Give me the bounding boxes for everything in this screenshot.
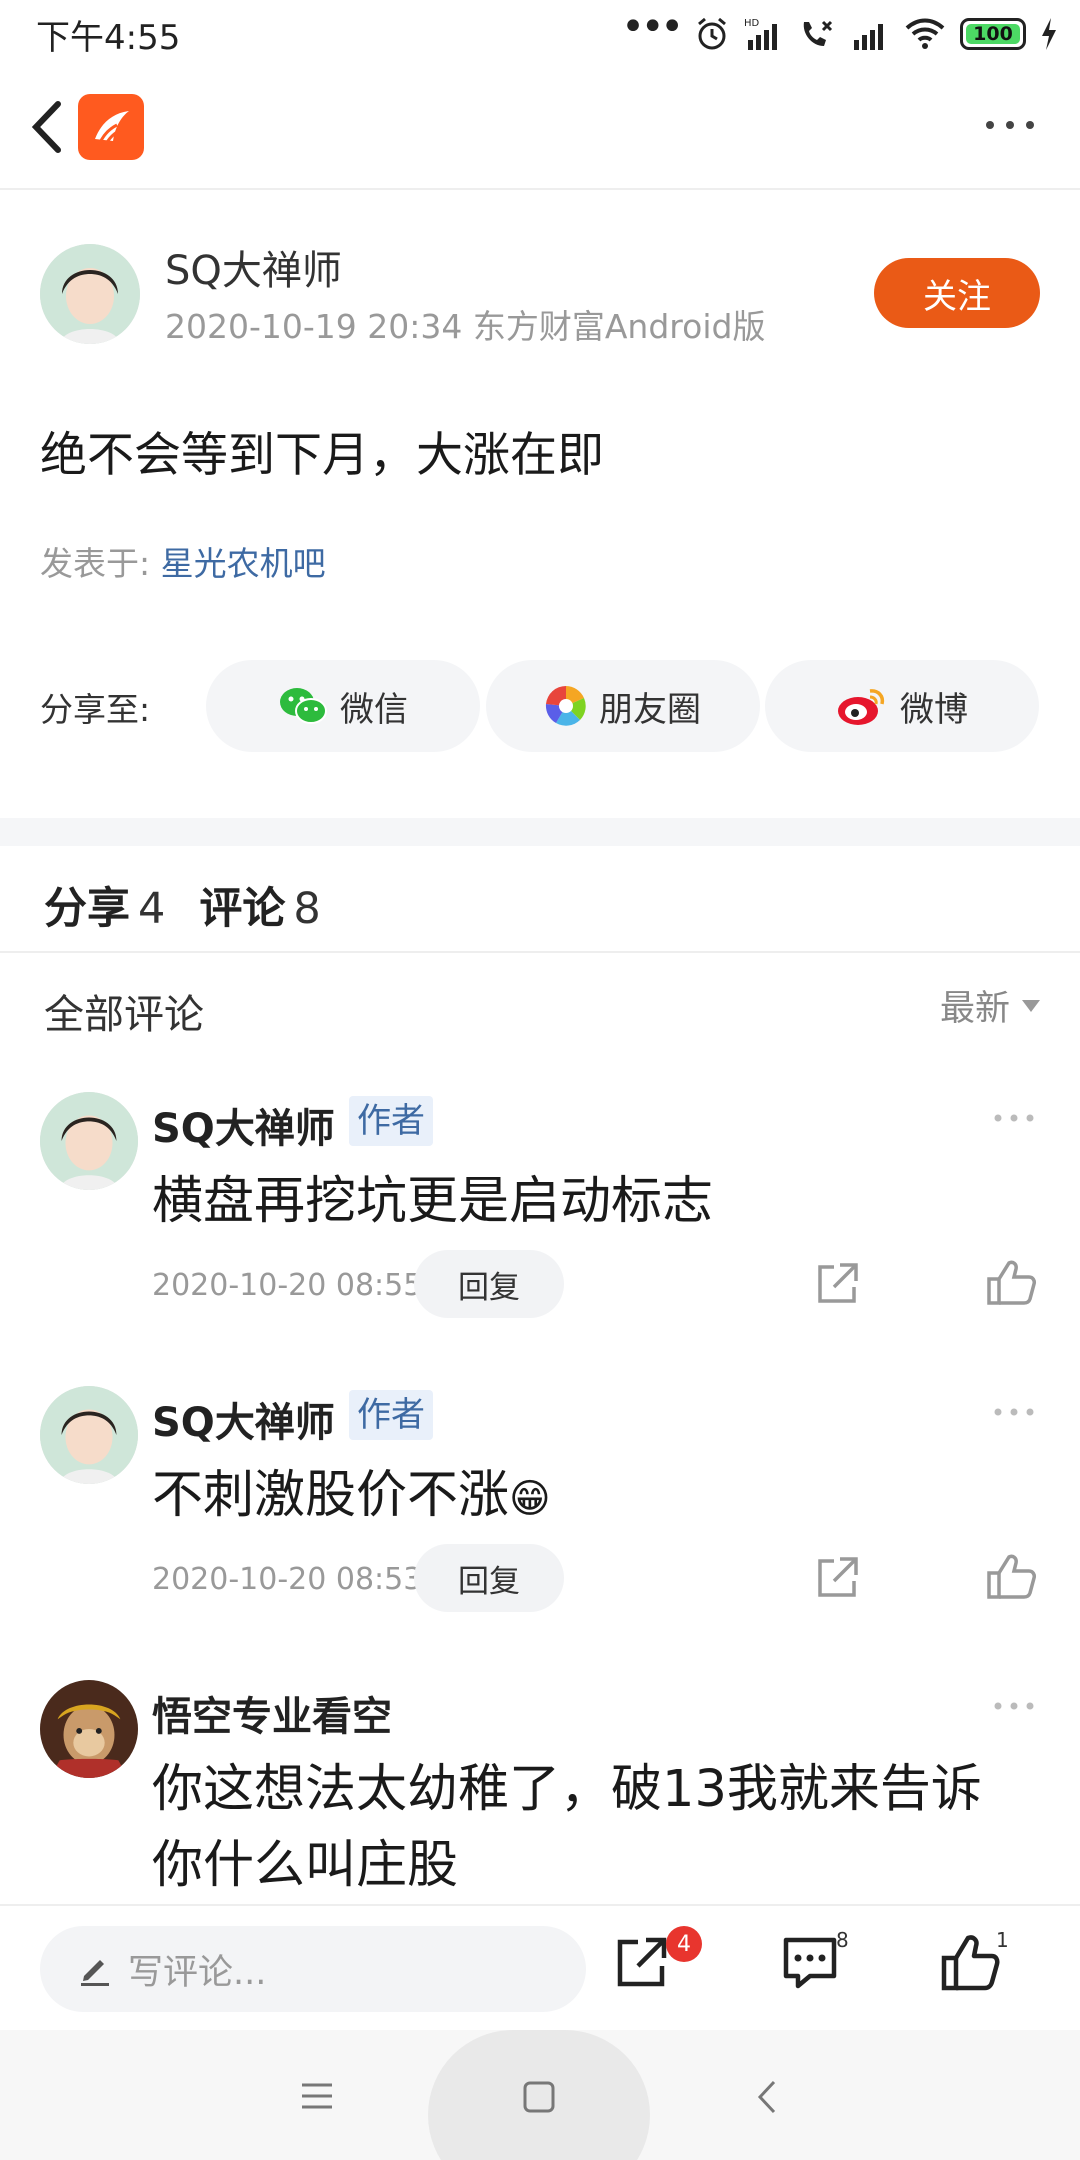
comment-more-icon[interactable] [992, 1108, 1036, 1128]
signal-icon [854, 24, 883, 50]
like-icon[interactable] [940, 1932, 1000, 1992]
call-signal-icon [803, 20, 833, 46]
hd-signal-icon: HD [744, 18, 777, 50]
battery-icon: 100 [960, 18, 1026, 50]
wechat-icon [280, 688, 327, 724]
post-meta: 2020-10-19 20:34 东方财富Android版 [165, 307, 766, 346]
comment-input-placeholder: 写评论... [128, 1952, 267, 1993]
comment-count-label: 评论 [199, 884, 286, 934]
author-tag: 作者 [349, 1096, 433, 1146]
back-arrow-icon[interactable] [22, 94, 72, 160]
dropdown-triangle-icon [1022, 999, 1040, 1012]
svg-text:HD: HD [744, 18, 760, 29]
section-separator [0, 818, 1080, 846]
commenter-name[interactable]: 悟空专业看空 [152, 1684, 392, 1742]
system-nav-bar [0, 2030, 1080, 2160]
app-logo[interactable] [78, 94, 144, 160]
grin-emoji-icon: 😁 [509, 1476, 551, 1522]
comment-count-sup: 8 [836, 1928, 849, 1952]
post-author-name[interactable]: SQ大禅师 [165, 238, 342, 296]
status-time: 下午4:55 [36, 18, 181, 58]
follow-button[interactable]: 关注 [874, 258, 1040, 328]
comment-text: 不刺激股价不涨😁 [152, 1458, 1032, 1537]
share-count-tab[interactable]: 分享 4 [44, 874, 165, 936]
alarm-icon [698, 17, 726, 50]
comment-date: 2020-10-20 08:55 [152, 1268, 423, 1303]
posted-in-label: 发表于: [40, 544, 151, 583]
comment-icon[interactable] [780, 1932, 840, 1992]
home-icon[interactable] [522, 2080, 556, 2114]
commenter-avatar[interactable] [40, 1386, 138, 1484]
back-nav-icon[interactable] [752, 2078, 782, 2116]
menu-icon[interactable] [300, 2080, 334, 2112]
comment-more-icon[interactable] [992, 1696, 1036, 1716]
comment-more-icon[interactable] [992, 1402, 1036, 1422]
posted-in: 发表于: 星光农机吧 [40, 537, 326, 585]
commenter-avatar[interactable] [40, 1680, 138, 1778]
share-icon[interactable] [612, 1932, 672, 1992]
share-moments-button[interactable]: 朋友圈 [486, 660, 760, 752]
comment-share-icon[interactable] [812, 1259, 862, 1309]
pencil-icon [81, 1960, 109, 1986]
board-link[interactable]: 星光农机吧 [161, 544, 326, 583]
charging-icon [1042, 18, 1056, 50]
author-tag: 作者 [349, 1390, 433, 1440]
all-comments-title: 全部评论 [44, 992, 204, 1038]
comment-text: 你这想法太幼稚了，破13我就来告诉你什么叫庄股 [152, 1760, 982, 1895]
comment-share-icon[interactable] [812, 1553, 862, 1603]
commenter-name[interactable]: SQ大禅师 [152, 1390, 335, 1448]
share-to-label: 分享至: [40, 690, 151, 729]
comment-like-icon[interactable] [985, 1551, 1037, 1601]
sort-label: 最新 [939, 989, 1010, 1029]
share-wechat-label: 微信 [340, 689, 408, 730]
post-title: 绝不会等到下月，大涨在即 [40, 428, 604, 483]
bottom-action-bar: 写评论... 4 8 1 [0, 1904, 1080, 2030]
reply-button[interactable]: 回复 [414, 1250, 564, 1318]
share-wechat-button[interactable]: 微信 [206, 660, 480, 752]
eastmoney-logo-icon [95, 111, 129, 147]
wifi-icon [905, 18, 945, 49]
more-options-icon[interactable] [984, 110, 1036, 140]
status-icons: ••• HD 100 [621, 4, 1058, 56]
top-nav [0, 66, 1080, 190]
weibo-icon [838, 689, 885, 725]
comment-text: 横盘再挖坑更是启动标志 [152, 1172, 714, 1231]
comment-count-tab[interactable]: 评论 8 [199, 874, 320, 936]
sort-dropdown[interactable]: 最新 [940, 980, 1040, 1031]
share-weibo-label: 微博 [900, 689, 968, 730]
share-moments-label: 朋友圈 [599, 689, 701, 730]
share-count-label: 分享 [44, 884, 130, 934]
commenter-name[interactable]: SQ大禅师 [152, 1096, 335, 1154]
comment-date: 2020-10-20 08:53 [152, 1562, 423, 1597]
comment-text-content: 不刺激股价不涨 [152, 1466, 510, 1525]
divider [0, 951, 1080, 953]
comment-like-icon[interactable] [985, 1257, 1037, 1307]
reply-button[interactable]: 回复 [414, 1544, 564, 1612]
author-avatar[interactable] [40, 244, 140, 344]
commenter-avatar[interactable] [40, 1092, 138, 1190]
share-count-badge: 4 [666, 1926, 702, 1962]
battery-level: 100 [973, 23, 1013, 45]
share-weibo-button[interactable]: 微博 [765, 660, 1039, 752]
moments-icon [545, 685, 586, 726]
post-stats: 分享 4 评论 8 [44, 874, 321, 936]
comment-count: 8 [293, 884, 321, 934]
share-count: 4 [138, 884, 166, 934]
like-count-sup: 1 [996, 1928, 1009, 1952]
comment-input[interactable]: 写评论... [40, 1926, 586, 2012]
status-bar: 下午4:55 ••• HD 100 [0, 0, 1080, 66]
notification-dots-icon: ••• [621, 4, 684, 50]
